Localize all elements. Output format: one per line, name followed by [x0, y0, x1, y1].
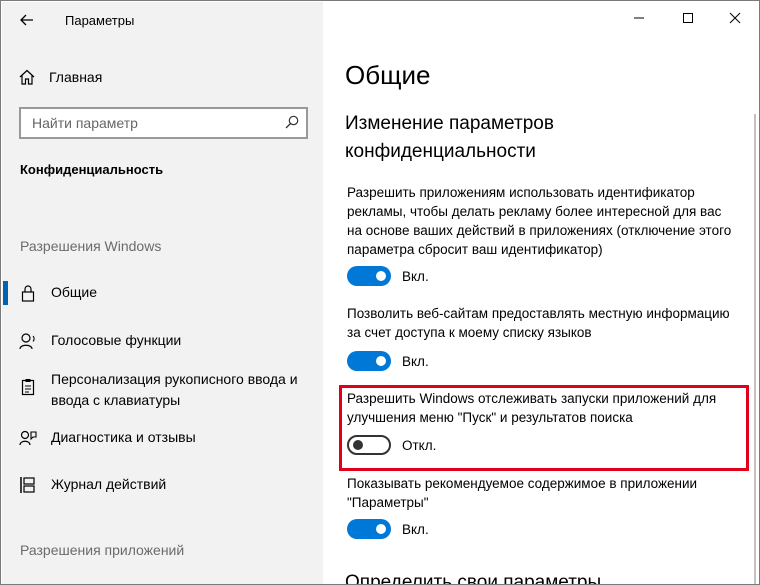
sidebar-item-label: Общие [51, 284, 98, 300]
minimize-icon [634, 17, 644, 19]
sidebar-item-label: Главная [49, 69, 103, 85]
close-icon [729, 12, 741, 24]
sidebar: Параметры Главная Конфиденциальность Раз… [2, 2, 323, 584]
lock-icon [19, 283, 37, 303]
section-heading-apps: Разрешения приложений [20, 542, 185, 558]
maximize-button[interactable] [665, 2, 711, 34]
setting-description: Разрешить приложениям использовать идент… [347, 185, 732, 257]
search-box[interactable] [19, 107, 308, 139]
category-heading: Конфиденциальность [20, 162, 164, 177]
next-section-title: Определить свои параметры [345, 572, 602, 585]
sidebar-item-general[interactable]: Общие [3, 281, 323, 305]
page-title: Общие [345, 60, 431, 90]
language-list-toggle[interactable]: Вкл. [347, 350, 429, 372]
sidebar-item-speech[interactable]: Голосовые функции [3, 329, 323, 353]
app-launch-tracking-toggle[interactable]: Откл. [347, 434, 436, 456]
home-icon [19, 69, 35, 85]
settings-window: Параметры Главная Конфиденциальность Раз… [0, 0, 760, 585]
toggle-state-label: Вкл. [402, 521, 429, 537]
section-heading-windows: Разрешения Windows [20, 238, 162, 254]
minimize-button[interactable] [616, 2, 662, 34]
toggle-switch[interactable] [347, 435, 391, 455]
speech-icon [19, 331, 37, 351]
sidebar-item-diagnostics[interactable]: Диагностика и отзывы [3, 426, 323, 450]
sidebar-item-label: Голосовые функции [51, 332, 182, 348]
main-content: Общие Изменение параметров конфиденциаль… [323, 2, 759, 585]
suggested-content-toggle[interactable]: Вкл. [347, 518, 429, 540]
setting-description: Показывать рекомендуемое содержимое в пр… [347, 476, 698, 510]
close-button[interactable] [712, 2, 758, 34]
clipboard-icon [19, 377, 37, 397]
window-title: Параметры [65, 13, 135, 28]
toggle-switch[interactable] [347, 266, 391, 286]
toggle-state-label: Откл. [402, 437, 437, 453]
setting-description: Разрешить Windows отслеживать запуски пр… [347, 391, 717, 425]
advertising-id-toggle[interactable]: Вкл. [347, 265, 429, 287]
sidebar-item-activity-history[interactable]: Журнал действий [3, 473, 323, 497]
back-button[interactable] [14, 8, 40, 32]
toggle-switch[interactable] [347, 351, 391, 371]
search-icon[interactable] [285, 115, 299, 129]
toggle-state-label: Вкл. [402, 268, 429, 284]
setting-description: Позволить веб-сайтам предоставлять местн… [347, 306, 730, 340]
section-subtitle: Изменение параметров конфиденциальности [345, 113, 554, 162]
sidebar-item-inking-typing[interactable]: Персонализация рукописного ввода и ввода… [3, 369, 323, 413]
toggle-switch[interactable] [347, 519, 391, 539]
maximize-icon [683, 13, 693, 23]
toggle-state-label: Вкл. [402, 353, 429, 369]
sidebar-item-home[interactable]: Главная [19, 65, 102, 89]
back-arrow-icon [20, 14, 33, 26]
search-input[interactable] [32, 115, 272, 131]
scrollbar[interactable] [754, 114, 756, 584]
sidebar-item-label: Диагностика и отзывы [51, 429, 196, 445]
sidebar-item-label: Журнал действий [51, 476, 167, 492]
sidebar-item-label: Персонализация рукописного ввода и ввода… [51, 371, 298, 408]
timeline-icon [19, 475, 37, 495]
feedback-icon [19, 428, 37, 448]
